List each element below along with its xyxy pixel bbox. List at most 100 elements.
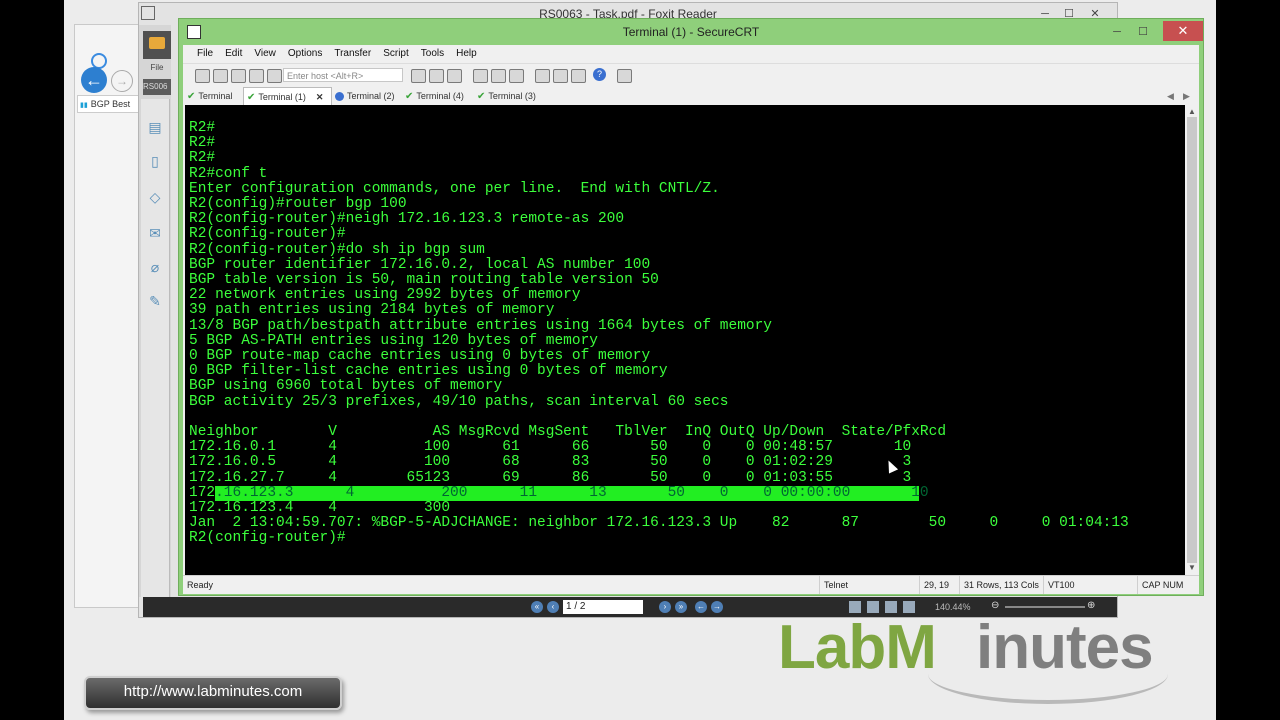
host-input[interactable]: Enter host <Alt+R> [283,68,403,82]
disconnect-icon[interactable] [267,69,282,83]
back-icon[interactable]: ← [81,67,107,93]
print-selection-icon[interactable] [491,69,506,83]
menu-transfer[interactable]: Transfer [334,45,371,63]
close-tab-icon[interactable]: ✕ [316,92,324,102]
terminal-line: 0 BGP filter-list cache entries using 0 … [189,363,668,380]
logo-text-part2: inutes [976,613,1154,682]
quick-connect-icon[interactable] [213,69,228,83]
next-page-icon[interactable]: › [659,601,671,613]
connected-icon: ✔ [187,91,196,102]
forward-icon[interactable]: → [111,70,133,92]
tab-terminal-2[interactable]: Terminal (2) [335,87,399,105]
menu-help[interactable]: Help [456,45,477,63]
toolbar: Enter host <Alt+R> ? [183,63,1199,88]
session-tabs: ✔ Terminal ✔ Terminal (1) ✕ Terminal (2) ✔ T… [183,87,1199,106]
cisco-icon: ▮▮ [80,102,88,109]
connect-icon[interactable] [195,69,210,83]
tab-scroll-right-icon[interactable]: ▶ [1183,87,1190,105]
pages-icon[interactable]: ▤ [147,119,163,135]
menu-file[interactable]: File [197,45,213,63]
scroll-down-icon[interactable]: ▼ [1187,563,1197,572]
doc-tab[interactable]: RS006 [143,79,171,95]
terminal-line: BGP activity 25/3 prefixes, 49/10 paths,… [189,393,729,410]
terminal-line: R2(config-router)# [189,226,346,243]
terminal-line: R2(config-router)# [189,530,346,547]
printer-icon[interactable] [509,69,524,83]
terminal-line: 172.16.123.4 4 300 [189,500,451,516]
securecrt-window: Terminal (1) - SecureCRT ─ ☐ ✕ File Edit V… [178,18,1204,596]
keymap-icon[interactable] [571,69,586,83]
connect-tab-icon[interactable] [231,69,246,83]
folder-icon [149,37,165,49]
prev-page-icon[interactable]: ‹ [547,601,559,613]
terminal-line: R2# [189,150,216,167]
file-label: File [150,63,164,72]
scroll-up-icon[interactable]: ▲ [1187,107,1197,116]
scroll-thumb[interactable] [1187,117,1197,563]
help-icon[interactable]: ? [593,68,606,81]
background-browser-window: ← → ▮▮ BGP Best [74,24,145,608]
tab-scroll-left-icon[interactable]: ◀ [1167,87,1174,105]
crt-client-area: File Edit View Options Transfer Script Tools He… [183,45,1199,594]
find-icon[interactable] [447,69,462,83]
page-field[interactable]: 1 / 2 [563,600,643,614]
reconnect-icon[interactable] [249,69,264,83]
signature-icon[interactable]: ✎ [147,293,163,309]
terminal-line: R2# [189,120,216,136]
terminal-line: 5 BGP AS-PATH entries using 120 bytes of… [189,332,598,349]
securecrt-title: Terminal (1) - SecureCRT [622,25,760,39]
tab-terminal[interactable]: ✔ Terminal [187,87,243,105]
crt-minimize-icon[interactable]: ─ [1105,23,1129,41]
comment-icon[interactable]: ✉ [147,225,163,241]
attachment-icon[interactable]: ⌀ [147,259,163,275]
foxit-sidebar: ▤ ▯ ◇ ✉ ⌀ ✎ [141,99,170,599]
connected-icon: ✔ [477,91,486,102]
browser-tab[interactable]: ▮▮ BGP Best [77,95,145,113]
terminal-line: Enter configuration commands, one per li… [189,180,720,197]
paste-icon[interactable] [429,69,444,83]
bookmark-icon[interactable]: ▯ [147,153,163,169]
terminal-line: 13/8 BGP path/bestpath attribute entries… [189,317,772,334]
forward-nav-icon[interactable]: → [711,601,723,613]
menubar: File Edit View Options Transfer Script Tools He… [183,45,1199,63]
file-button[interactable]: File [143,31,171,72]
tab-terminal-4[interactable]: ✔ Terminal (4) [405,87,471,105]
terminal-line: 22 network entries using 2992 bytes of m… [189,287,581,304]
terminal-line: R2#conf t [189,165,268,182]
menu-script[interactable]: Script [383,45,409,63]
menu-options[interactable]: Options [288,45,322,63]
menu-tools[interactable]: Tools [421,45,444,63]
highlight-prefix: 172 [189,484,216,501]
copy-icon[interactable] [411,69,426,83]
terminal-line: Jan 2 13:04:59.707: %BGP-5-ADJCHANGE: ne… [189,515,1185,532]
status-bar: Ready Telnet 29, 19 31 Rows, 113 Cols VT… [183,575,1199,594]
website-url[interactable]: http://www.labminutes.com [84,676,342,710]
terminal-line: 39 path entries using 2184 bytes of memo… [189,302,555,319]
logo-text-part1: LabM [778,613,937,682]
sftp-icon[interactable] [617,69,632,83]
stamp-icon[interactable]: ◇ [147,189,163,205]
tab-terminal-1[interactable]: ✔ Terminal (1) ✕ [243,87,332,106]
status-cursor: 29, 19 [919,576,949,594]
last-page-icon[interactable]: » [675,601,687,613]
terminal-line: 172.16.0.5 4 100 68 83 50 0 0 01:02:29 3 [189,454,912,471]
back-nav-icon[interactable]: ← [695,601,707,613]
menu-view[interactable]: View [254,45,276,63]
status-size: 31 Rows, 113 Cols [959,576,1039,594]
terminal-line: 172.16.0.1 4 100 61 66 50 0 0 00:48:57 1… [189,439,912,456]
foxit-logo-icon [141,6,155,20]
crt-close-icon[interactable]: ✕ [1163,21,1203,41]
labminutes-logo: LabM inutes [778,606,1168,706]
tab-terminal-3[interactable]: ✔ Terminal (3) [477,87,543,105]
menu-edit[interactable]: Edit [225,45,242,63]
vertical-scrollbar[interactable]: ▲ ▼ [1185,105,1199,575]
highlighted-neighbor-row: 172.16.123.3 4 200 11 13 50 0 0 00:00:00… [189,484,929,501]
terminal-line: BGP router identifier 172.16.0.2, local … [189,256,651,273]
crt-maximize-icon[interactable]: ☐ [1131,23,1155,41]
terminal-output[interactable]: R2# R2# R2# R2#conf t Enter configuration co… [185,105,1185,575]
first-page-icon[interactable]: « [531,601,543,613]
status-ready: Ready [187,580,214,590]
session-options-icon[interactable] [535,69,550,83]
global-options-icon[interactable] [553,69,568,83]
print-icon[interactable] [473,69,488,83]
